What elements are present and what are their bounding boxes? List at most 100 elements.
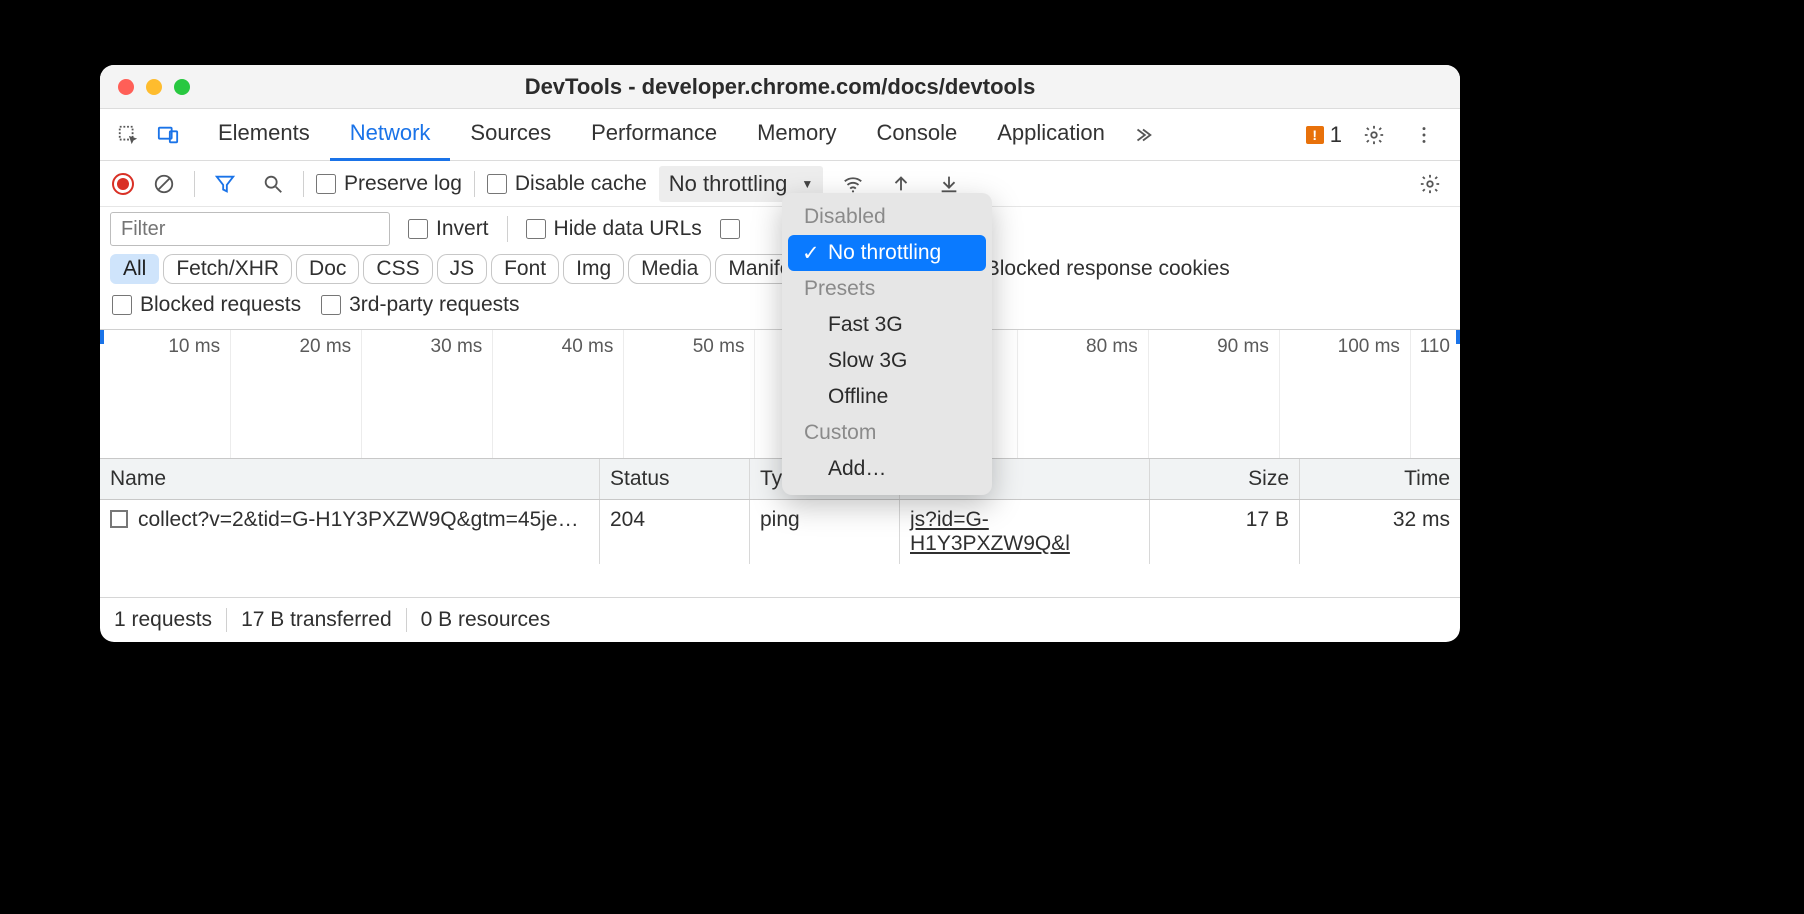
hide-data-urls-checkbox[interactable]: Hide data URLs [526, 217, 702, 241]
kebab-menu-icon[interactable] [1406, 117, 1442, 153]
search-icon[interactable] [255, 166, 291, 202]
hidden-checkbox-partial[interactable] [720, 219, 740, 239]
hide-data-urls-label: Hide data URLs [554, 217, 702, 241]
settings-icon[interactable] [1356, 117, 1392, 153]
type-pill-img[interactable]: Img [563, 254, 624, 284]
network-settings-icon[interactable] [1412, 166, 1448, 202]
th-time[interactable]: Time [1300, 459, 1460, 499]
tab-elements[interactable]: Elements [198, 109, 330, 161]
disable-cache-label: Disable cache [515, 172, 647, 196]
issues-button[interactable]: ! 1 [1306, 122, 1342, 148]
timeline-tick: 100 ms [1279, 330, 1410, 458]
timeline-tick: 90 ms [1148, 330, 1279, 458]
preserve-log-checkbox[interactable]: Preserve log [316, 172, 462, 196]
panel-tabs: Elements Network Sources Performance Mem… [198, 109, 1302, 161]
minimize-window-button[interactable] [146, 79, 162, 95]
clear-icon[interactable] [146, 166, 182, 202]
issues-icon: ! [1306, 126, 1324, 144]
dropdown-section-custom: Custom [782, 415, 992, 451]
invert-checkbox[interactable]: Invert [408, 217, 489, 241]
th-status[interactable]: Status [600, 459, 750, 499]
blocked-requests-label: Blocked requests [140, 293, 301, 317]
cell-name: collect?v=2&tid=G-H1Y3PXZW9Q&gtm=45je… [100, 500, 600, 564]
tab-network[interactable]: Network [330, 109, 451, 161]
filter-row-1: Invert Hide data URLs [100, 207, 1460, 252]
cell-type: ping [750, 500, 900, 564]
type-pill-media[interactable]: Media [628, 254, 711, 284]
filter-row-3: Blocked requests 3rd-party requests [100, 290, 1460, 329]
divider [226, 608, 227, 632]
issues-count: 1 [1330, 122, 1342, 148]
more-tabs-icon[interactable] [1125, 117, 1161, 153]
traffic-lights [118, 79, 190, 95]
timeline-tick: 80 ms [1017, 330, 1148, 458]
timeline-tick: 40 ms [492, 330, 623, 458]
type-pill-all[interactable]: All [110, 254, 159, 284]
dropdown-item-slow-3g[interactable]: Slow 3G [782, 343, 992, 379]
requests-table-header: Name Status Ty Size Time [100, 459, 1460, 500]
filter-input[interactable] [110, 212, 390, 246]
dropdown-item-add[interactable]: Add… [782, 451, 992, 487]
network-toolbar: .rec-icon::after{border-radius:50%} Pres… [100, 161, 1460, 207]
zoom-window-button[interactable] [174, 79, 190, 95]
divider [303, 171, 304, 197]
status-requests: 1 requests [114, 608, 212, 632]
close-window-button[interactable] [118, 79, 134, 95]
dropdown-item-no-throttling[interactable]: No throttling [788, 235, 986, 271]
divider [194, 171, 195, 197]
row-checkbox-icon [110, 510, 128, 528]
cell-status: 204 [600, 500, 750, 564]
third-party-label: 3rd-party requests [349, 293, 519, 317]
tab-console[interactable]: Console [857, 109, 978, 161]
dropdown-section-disabled: Disabled [782, 199, 992, 235]
status-transferred: 17 B transferred [241, 608, 392, 632]
overview-timeline[interactable]: 10 ms 20 ms 30 ms 40 ms 50 ms 80 ms 90 m… [100, 329, 1460, 459]
th-size[interactable]: Size [1150, 459, 1300, 499]
titlebar: DevTools - developer.chrome.com/docs/dev… [100, 65, 1460, 109]
initiator-link[interactable]: js?id=G-H1Y3PXZW9Q&l [910, 508, 1070, 555]
record-button[interactable]: .rec-icon::after{border-radius:50%} [112, 173, 134, 195]
cell-initiator: js?id=G-H1Y3PXZW9Q&l [900, 500, 1150, 564]
divider [406, 608, 407, 632]
cell-name-text: collect?v=2&tid=G-H1Y3PXZW9Q&gtm=45je… [138, 508, 579, 531]
throttling-selected-label: No throttling [669, 171, 788, 197]
tab-performance[interactable]: Performance [571, 109, 737, 161]
blocked-response-cookies-label: Blocked response cookies [986, 257, 1230, 281]
inspect-element-icon[interactable] [110, 117, 146, 153]
timeline-tick: 10 ms [100, 330, 230, 458]
filter-icon[interactable] [207, 166, 243, 202]
status-resources: 0 B resources [421, 608, 551, 632]
th-name[interactable]: Name [100, 459, 600, 499]
divider [474, 171, 475, 197]
devtools-window: DevTools - developer.chrome.com/docs/dev… [100, 65, 1460, 642]
tab-application[interactable]: Application [977, 109, 1125, 161]
type-pill-js[interactable]: JS [437, 254, 488, 284]
requests-table-body: collect?v=2&tid=G-H1Y3PXZW9Q&gtm=45je… 2… [100, 500, 1460, 598]
chevron-down-icon: ▼ [801, 177, 813, 191]
tab-memory[interactable]: Memory [737, 109, 856, 161]
dropdown-item-fast-3g[interactable]: Fast 3G [782, 307, 992, 343]
timeline-tick: 20 ms [230, 330, 361, 458]
tab-sources[interactable]: Sources [450, 109, 571, 161]
timeline-tick: 50 ms [623, 330, 754, 458]
third-party-checkbox[interactable]: 3rd-party requests [321, 293, 519, 317]
timeline-tick: 110 [1410, 330, 1460, 458]
table-row[interactable]: collect?v=2&tid=G-H1Y3PXZW9Q&gtm=45je… 2… [100, 500, 1460, 564]
device-toolbar-icon[interactable] [150, 117, 186, 153]
cell-size: 17 B [1150, 500, 1300, 564]
tabbar-right: ! 1 [1306, 117, 1450, 153]
type-pill-css[interactable]: CSS [363, 254, 432, 284]
type-pill-font[interactable]: Font [491, 254, 559, 284]
type-pill-doc[interactable]: Doc [296, 254, 359, 284]
divider [507, 216, 508, 242]
throttling-dropdown: Disabled No throttling Presets Fast 3G S… [782, 193, 992, 495]
blocked-requests-checkbox[interactable]: Blocked requests [112, 293, 301, 317]
filter-type-row: All Fetch/XHR Doc CSS JS Font Img Media … [100, 252, 1460, 290]
statusbar: 1 requests 17 B transferred 0 B resource… [100, 598, 1460, 642]
dropdown-item-offline[interactable]: Offline [782, 379, 992, 415]
cell-time: 32 ms [1300, 500, 1460, 564]
type-pill-fetch-xhr[interactable]: Fetch/XHR [163, 254, 292, 284]
timeline-tick: 30 ms [361, 330, 492, 458]
window-title: DevTools - developer.chrome.com/docs/dev… [100, 74, 1460, 100]
disable-cache-checkbox[interactable]: Disable cache [487, 172, 647, 196]
